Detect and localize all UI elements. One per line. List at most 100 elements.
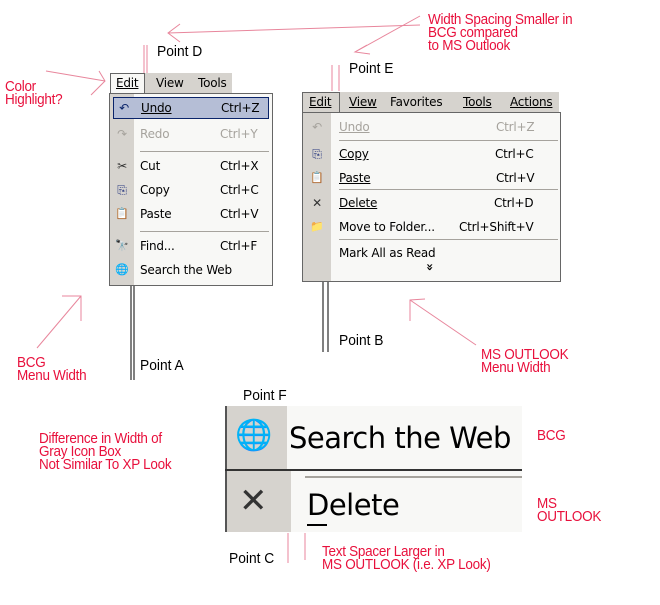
annotation-line: OUTLOOK (537, 508, 602, 525)
annotation-line: Highlight? (5, 91, 63, 108)
menu-item-shortcut: Ctrl+Shift+V (459, 220, 534, 234)
menu-separator (140, 151, 269, 152)
find-icon: 🔭 (115, 239, 129, 252)
menu-item-label: Undo (141, 101, 172, 115)
annotation-bcg-width: BCG Menu Width (17, 355, 87, 384)
menu-item-label: Search the Web (140, 263, 232, 277)
bcg-menubar-view[interactable]: View (156, 73, 184, 93)
menu-item-label: Redo (140, 127, 170, 141)
menu-separator (140, 231, 269, 232)
annotation-gray-icon-box: Difference in Width of Gray Icon Box Not… (39, 431, 172, 473)
menu-item-shortcut: Ctrl+F (220, 239, 258, 253)
outlook-menubar-favorites[interactable]: Favorites (390, 92, 443, 112)
point-c-label: Point C (229, 550, 275, 567)
mnemonic-underline (307, 524, 327, 526)
copy-icon: ⎘ (117, 183, 127, 197)
menubar-label: Actions (510, 95, 553, 109)
point-d-label: Point D (157, 43, 203, 60)
arrow-outlook-width (409, 299, 477, 346)
point-b-label: Point B (339, 332, 384, 349)
outlook-menubar: Edit View Favorites Tools Actions (302, 92, 559, 112)
menu-item-shortcut: Ctrl+V (220, 207, 259, 221)
cut-icon: ✂ (117, 159, 127, 173)
comparison-bcg-item[interactable]: 🌐 Search the Web (227, 406, 522, 469)
menu-item-shortcut: Ctrl+V (496, 171, 535, 185)
menu-item-label: Mark All as Read (339, 246, 436, 260)
bcg-menu-item-search-web[interactable]: 🌐 Search the Web (110, 258, 272, 282)
arrowhead-outlook-width (409, 298, 426, 321)
search-web-icon: 🌐 (115, 263, 129, 276)
menu-item-label: Cut (140, 159, 161, 173)
menu-separator (339, 239, 558, 240)
delete-icon: ✕ (239, 481, 268, 521)
menubar-label: Tools (198, 76, 227, 90)
point-a-label: Point A (140, 357, 184, 374)
outlook-menubar-tools[interactable]: Tools (463, 92, 492, 112)
outlook-menu-item-paste[interactable]: 📋 Paste Ctrl+V (303, 166, 560, 190)
search-web-icon: 🌐 (235, 418, 273, 453)
menu-item-label: Find... (140, 239, 175, 253)
menu-item-label: Paste (339, 171, 371, 185)
annotation-color-highlight: Color Highlight? (5, 79, 63, 108)
annotation-bcg-label: BCG (537, 427, 566, 444)
menu-item-label: Move to Folder... (339, 220, 435, 234)
menu-item-label: Undo (339, 120, 370, 134)
outlook-menu-item-mark-all-read[interactable]: Mark All as Read (303, 241, 560, 265)
bcg-edit-menu: ↶ Undo Ctrl+Z ↷ Redo Ctrl+Y ✂ Cut Ctrl+X… (109, 93, 273, 286)
expand-menu-chevron-icon[interactable]: » (423, 263, 437, 271)
menu-item-label: Search the Web (289, 421, 511, 455)
arrowhead-width-spacing-e (353, 44, 371, 55)
bcg-menubar-edit[interactable]: Edit (110, 73, 145, 93)
bcg-menu-item-find[interactable]: 🔭 Find... Ctrl+F (110, 234, 272, 258)
annotation-outlook-width: MS OUTLOOK Menu Width (481, 347, 569, 375)
redo-icon: ↷ (117, 127, 127, 141)
menubar-label: Edit (309, 95, 332, 109)
annotation-line: Menu Width (17, 367, 87, 384)
bcg-menu-item-redo[interactable]: ↷ Redo Ctrl+Y (110, 122, 272, 146)
menu-item-label: Copy (339, 147, 369, 161)
menu-separator (339, 140, 558, 141)
menu-separator (339, 189, 558, 190)
outlook-menu-item-copy[interactable]: ⎘ Copy Ctrl+C (303, 142, 560, 166)
annotation-line: Not Similar To XP Look (39, 456, 172, 473)
menu-item-shortcut: Ctrl+Z (496, 120, 535, 134)
copy-icon: ⎘ (312, 147, 322, 161)
outlook-menubar-actions[interactable]: Actions (510, 92, 553, 112)
arrow-width-spacing-d (167, 24, 421, 34)
bcg-menu-item-cut[interactable]: ✂ Cut Ctrl+X (110, 154, 272, 178)
menu-item-label: Delete (307, 488, 400, 522)
outlook-menubar-edit[interactable]: Edit (302, 92, 340, 112)
bcg-menu-item-paste[interactable]: 📋 Paste Ctrl+V (110, 202, 272, 226)
outlook-menu-item-undo[interactable]: ↶ Undo Ctrl+Z (303, 115, 560, 139)
bcg-menu-item-copy[interactable]: ⎘ Copy Ctrl+C (110, 178, 272, 202)
delete-icon: ✕ (312, 196, 322, 210)
outlook-menu-item-move-to-folder[interactable]: 📁 Move to Folder... Ctrl+Shift+V (303, 215, 560, 239)
menu-item-label: Paste (140, 207, 172, 221)
menu-item-shortcut: Ctrl+Y (220, 127, 258, 141)
annotation-line: MS OUTLOOK (i.e. XP Look) (322, 556, 491, 573)
comparison-panel: 🌐 Search the Web ✕ Delete (225, 406, 522, 532)
menu-item-shortcut: Ctrl+Z (221, 101, 260, 115)
menubar-label: View (156, 76, 184, 90)
outlook-edit-menu: ↶ Undo Ctrl+Z ⎘ Copy Ctrl+C 📋 Paste Ctrl… (302, 112, 561, 282)
menu-item-shortcut: Ctrl+D (494, 196, 534, 210)
bcg-menu-item-undo[interactable]: ↶ Undo Ctrl+Z (113, 97, 269, 119)
paste-icon: 📋 (310, 171, 324, 184)
point-e-label: Point E (349, 60, 394, 77)
menubar-label: Tools (463, 95, 492, 109)
menu-item-shortcut: Ctrl+X (220, 159, 259, 173)
arrow-bcg-width (36, 295, 82, 349)
bcg-menubar: Edit View Tools (110, 73, 232, 93)
paste-icon: 📋 (115, 207, 129, 220)
outlook-menubar-view[interactable]: View (349, 92, 377, 112)
outlook-menu-item-delete[interactable]: ✕ Delete Ctrl+D (303, 191, 560, 215)
comparison-outlook-item[interactable]: ✕ Delete (227, 471, 522, 532)
annotation-line: to MS Outlook (428, 37, 511, 54)
annotation-width-spacing: Width Spacing Smaller in BCG compared to… (428, 12, 573, 54)
move-to-folder-icon: 📁 (310, 220, 324, 233)
menubar-label: Edit (116, 76, 139, 90)
menubar-label: Favorites (390, 95, 443, 109)
menu-item-shortcut: Ctrl+C (495, 147, 534, 161)
menu-item-label: Copy (140, 183, 170, 197)
bcg-menubar-tools[interactable]: Tools (198, 73, 227, 93)
